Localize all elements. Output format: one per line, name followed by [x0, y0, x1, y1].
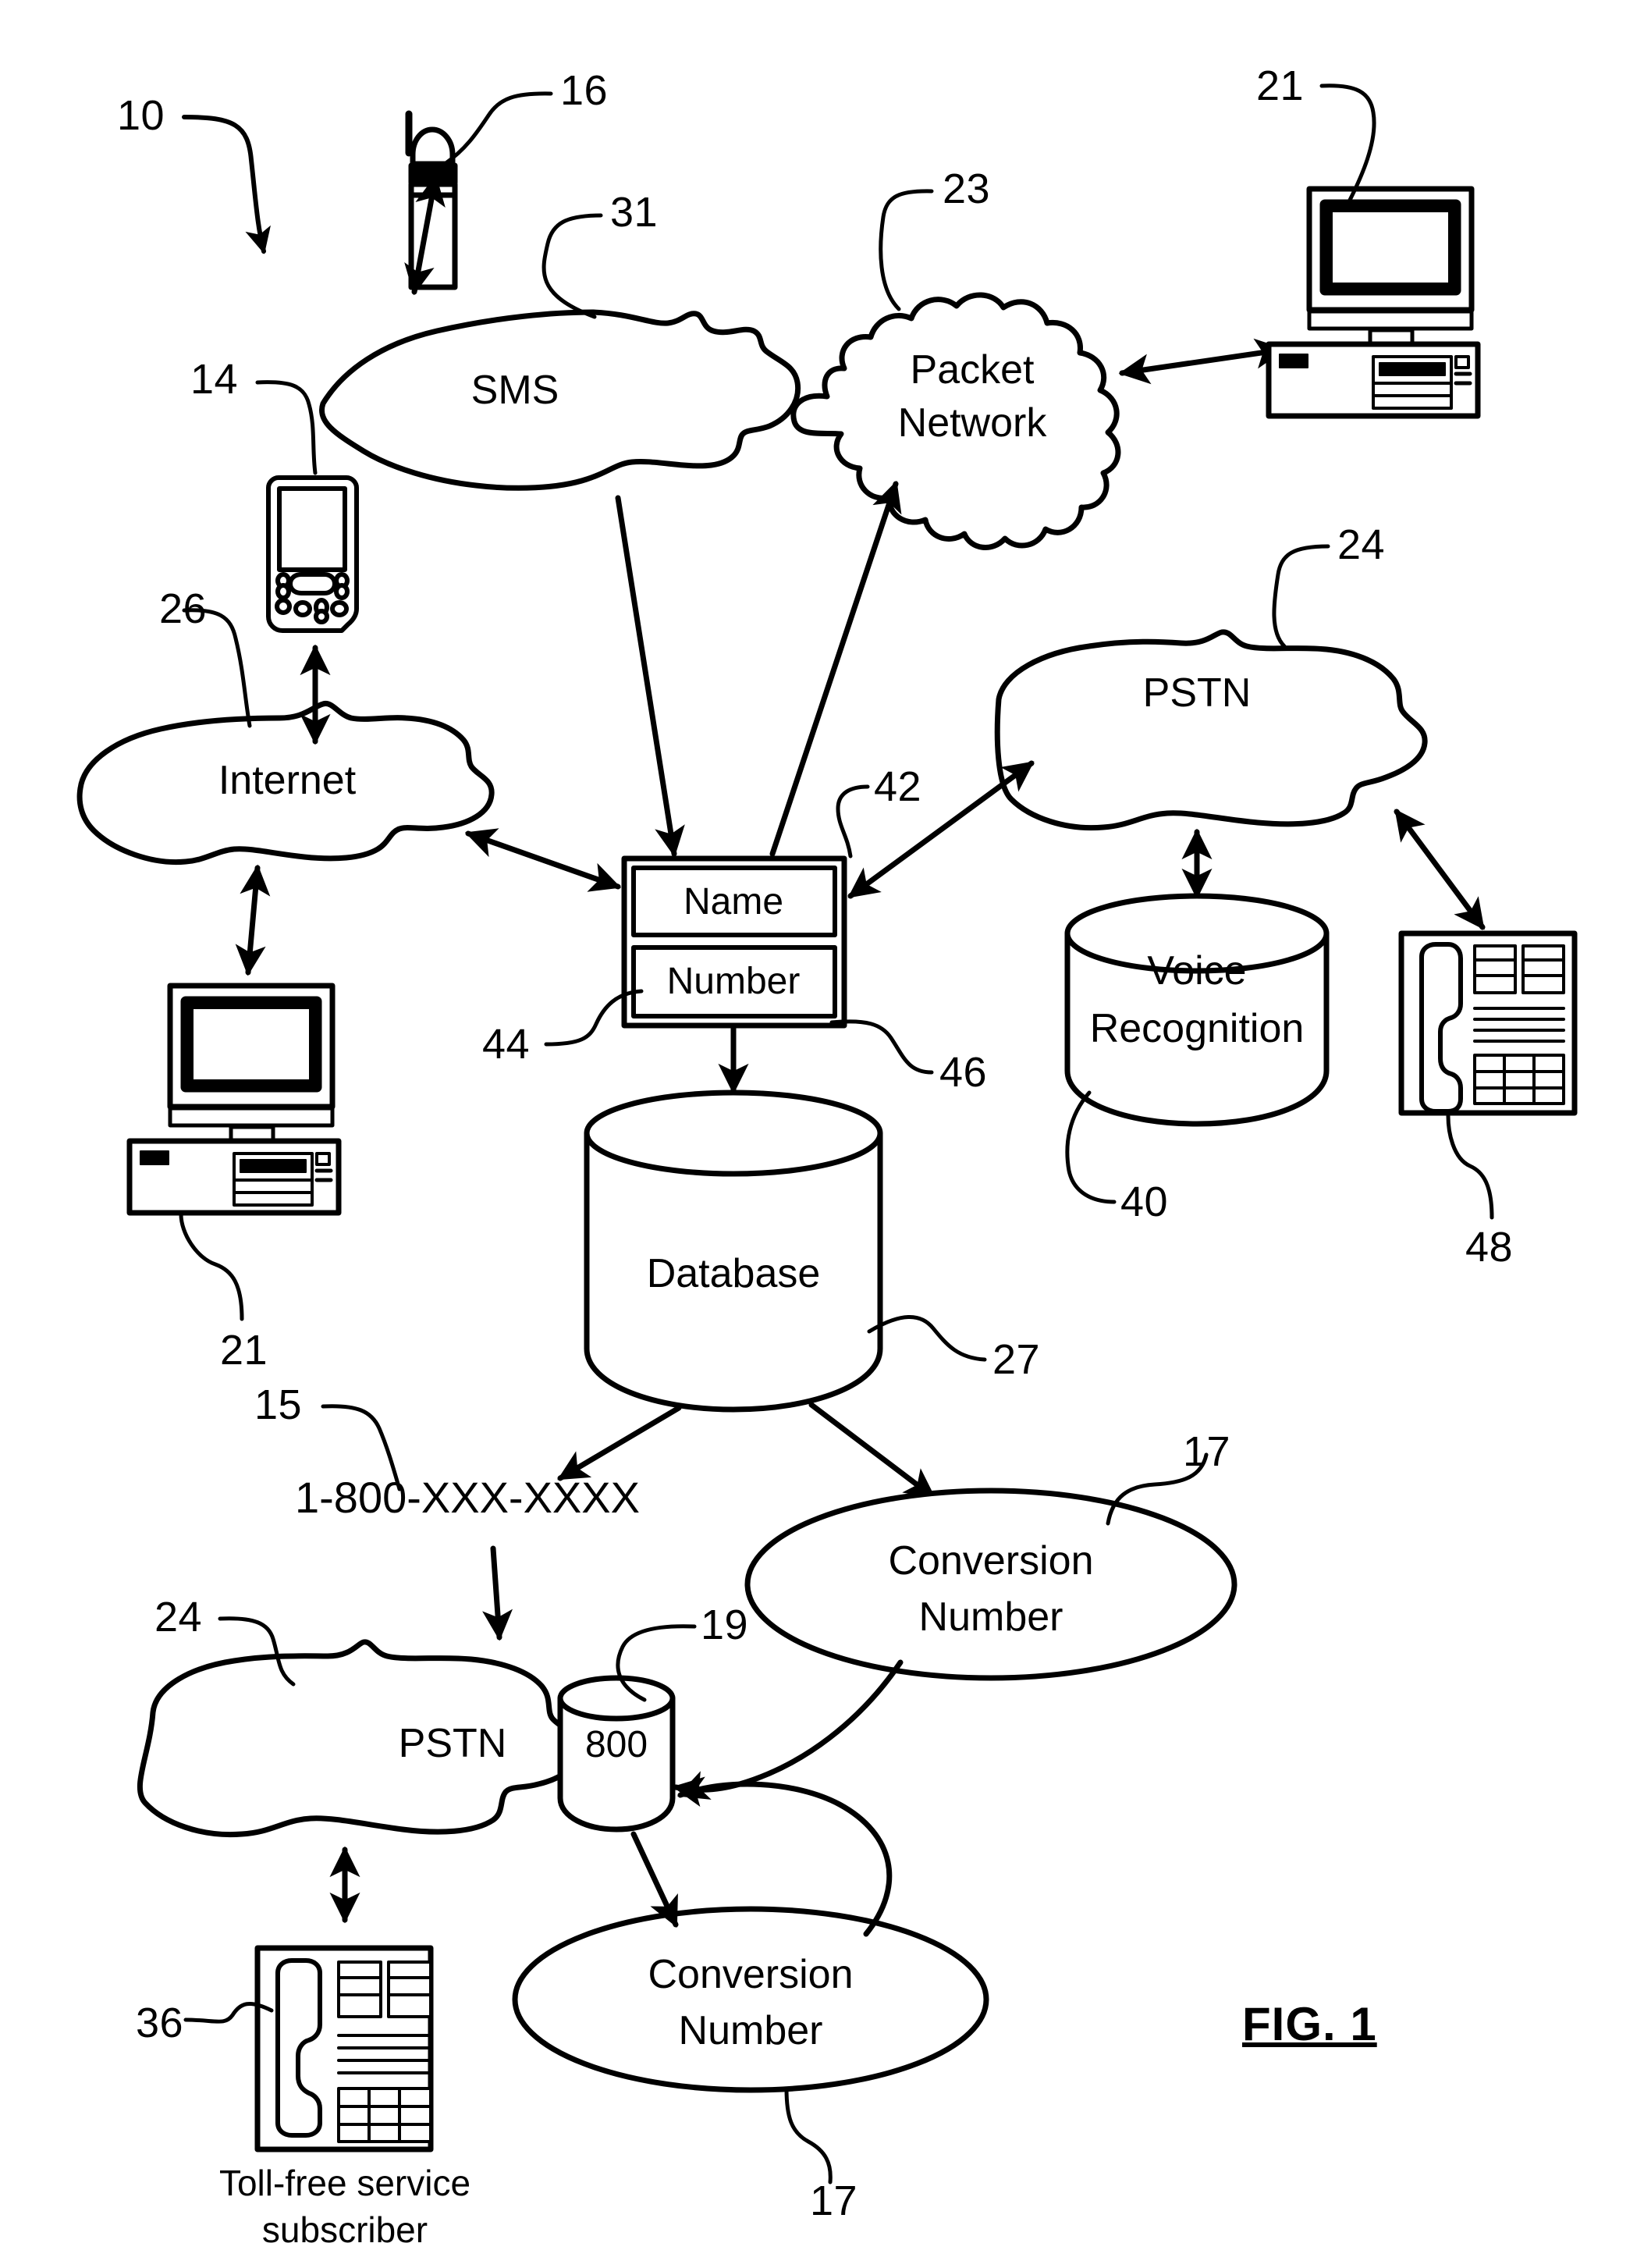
ref-42: 42	[874, 763, 922, 810]
ref-17-bottom: 17	[810, 2177, 858, 2224]
ref-27: 27	[992, 1336, 1041, 1383]
figure-line-art	[76, 84, 1578, 2184]
node-label-conversion-bottom-line2: Number	[678, 2007, 823, 2053]
ref-17-right: 17	[1183, 1428, 1231, 1475]
ref-24-top: 24	[1337, 521, 1386, 568]
node-label-voice: Voice	[1147, 947, 1247, 994]
node-label-pstn-top: PSTN	[1142, 670, 1252, 716]
ref-36: 36	[136, 2000, 184, 2046]
figure-label: FIG. 1	[1242, 1998, 1377, 2050]
subscriber-caption-line2: subscriber	[261, 2209, 428, 2251]
node-label-database: Database	[646, 1250, 821, 1296]
ref-40: 40	[1120, 1178, 1169, 1225]
node-label-internet: Internet	[218, 757, 357, 803]
node-label-pstn-bottom: PSTN	[398, 1720, 507, 1766]
ref-21-left: 21	[220, 1327, 268, 1374]
ref-15: 15	[254, 1381, 303, 1428]
ref-46: 46	[939, 1049, 988, 1096]
subscriber-caption-line1: Toll-free service	[218, 2163, 471, 2204]
patent-figure-canvas: 10 16 31 23 21 14 26 24 42 44 46 40 48 2…	[0, 0, 1644, 2268]
ref-16: 16	[560, 67, 609, 114]
number-field-label: Number	[666, 961, 801, 1003]
ref-24-bottom: 24	[154, 1594, 203, 1641]
node-label-conversion-bottom-line1: Conversion	[648, 1951, 854, 1997]
node-label-conversion-right-line2: Number	[918, 1594, 1063, 1640]
node-label-sms: SMS	[470, 367, 559, 413]
node-label-network: Network	[897, 400, 1047, 446]
ref-48: 48	[1465, 1224, 1514, 1271]
ref-44: 44	[482, 1021, 531, 1068]
toll-free-number: 1-800-XXX-XXXX	[295, 1473, 640, 1522]
ref-21-top-right: 21	[1256, 62, 1305, 109]
node-label-800: 800	[584, 1724, 648, 1766]
node-label-packet: Packet	[910, 347, 1035, 393]
ref-10: 10	[117, 92, 165, 139]
ref-31: 31	[610, 189, 659, 236]
name-field-label: Name	[683, 881, 784, 923]
node-label-recognition: Recognition	[1089, 1005, 1305, 1051]
ref-26: 26	[159, 585, 208, 632]
ref-14: 14	[190, 356, 239, 403]
node-label-conversion-right-line1: Conversion	[888, 1537, 1094, 1584]
ref-23: 23	[943, 165, 991, 212]
ref-19: 19	[701, 1601, 749, 1648]
